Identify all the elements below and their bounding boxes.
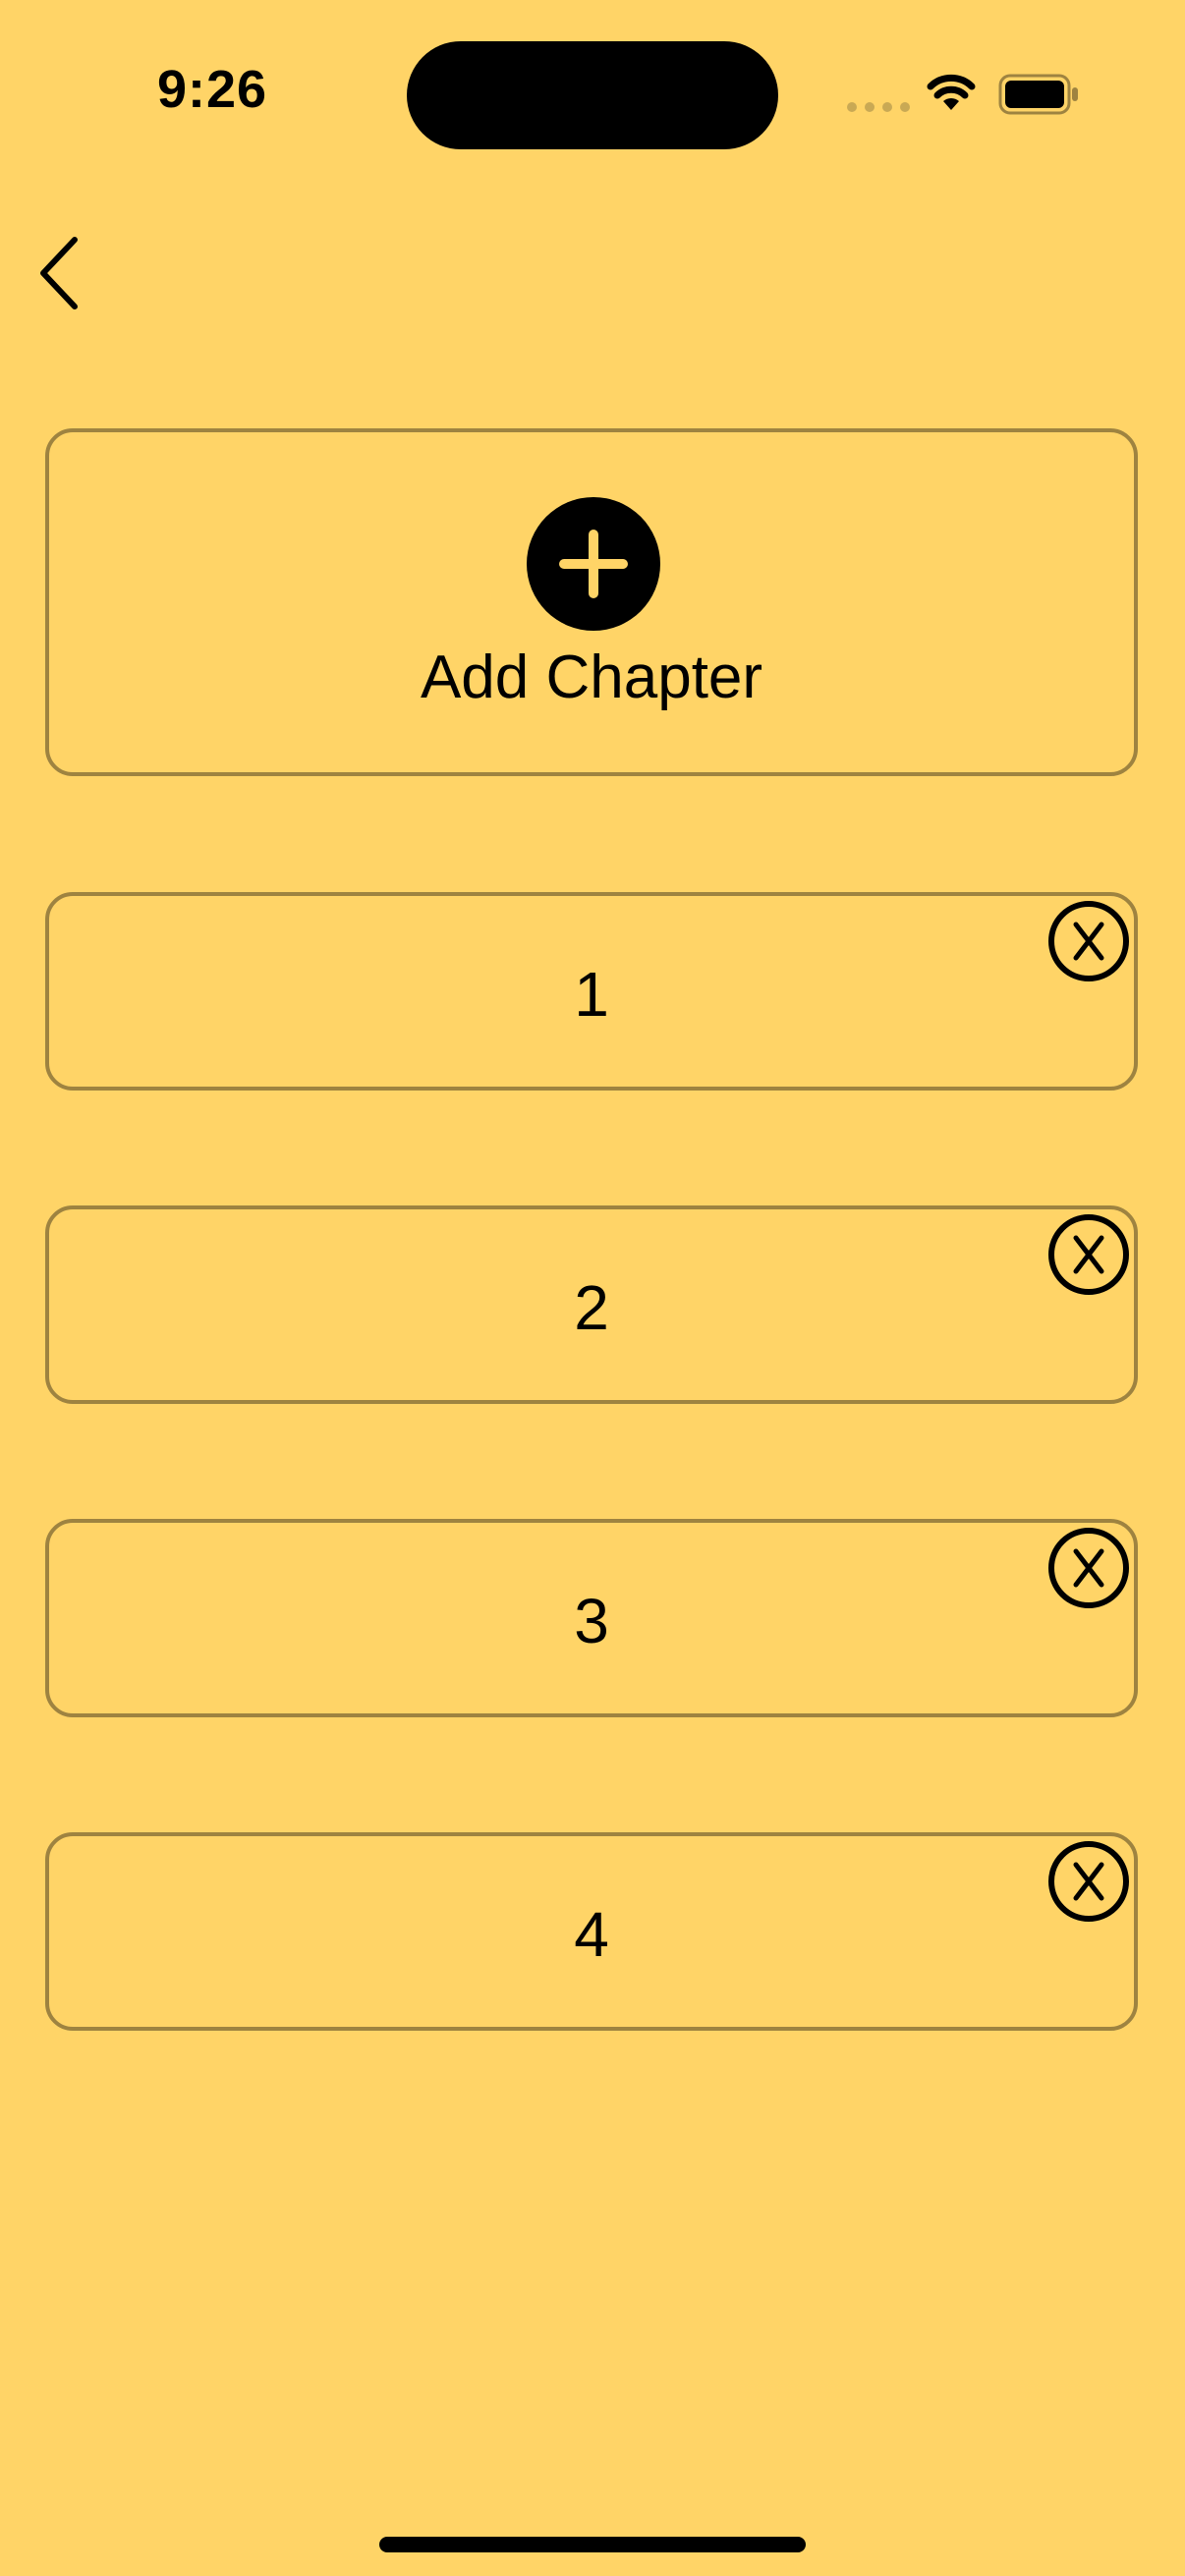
cellular-signal-icon xyxy=(847,102,910,112)
x-circle-icon xyxy=(1048,1841,1129,1922)
chevron-left-icon xyxy=(40,237,78,309)
status-bar: 9:26 xyxy=(0,0,1185,196)
chapter-card-2[interactable]: 2 xyxy=(45,1205,1138,1404)
add-chapter-label: Add Chapter xyxy=(420,644,763,711)
status-time: 9:26 xyxy=(157,60,268,119)
x-circle-icon xyxy=(1048,1528,1129,1608)
chapter-card-1[interactable]: 1 xyxy=(45,892,1138,1091)
add-chapter-button[interactable]: Add Chapter xyxy=(45,428,1138,776)
chapter-label: 4 xyxy=(574,1899,609,1970)
plus-circle-icon xyxy=(527,497,660,631)
x-circle-icon xyxy=(1048,1214,1129,1295)
delete-chapter-1-button[interactable] xyxy=(1046,899,1131,983)
wifi-icon xyxy=(926,73,977,117)
x-circle-icon xyxy=(1048,901,1129,981)
battery-icon xyxy=(998,74,1081,120)
delete-chapter-4-button[interactable] xyxy=(1046,1839,1131,1924)
home-indicator[interactable] xyxy=(379,2537,806,2552)
chapter-label: 3 xyxy=(574,1586,609,1656)
chapter-card-3[interactable]: 3 xyxy=(45,1519,1138,1717)
chapter-label: 2 xyxy=(574,1272,609,1343)
delete-chapter-3-button[interactable] xyxy=(1046,1526,1131,1610)
delete-chapter-2-button[interactable] xyxy=(1046,1212,1131,1297)
back-button[interactable] xyxy=(35,224,114,322)
chapter-label: 1 xyxy=(574,959,609,1030)
chapter-card-4[interactable]: 4 xyxy=(45,1832,1138,2031)
dynamic-island xyxy=(407,41,778,149)
